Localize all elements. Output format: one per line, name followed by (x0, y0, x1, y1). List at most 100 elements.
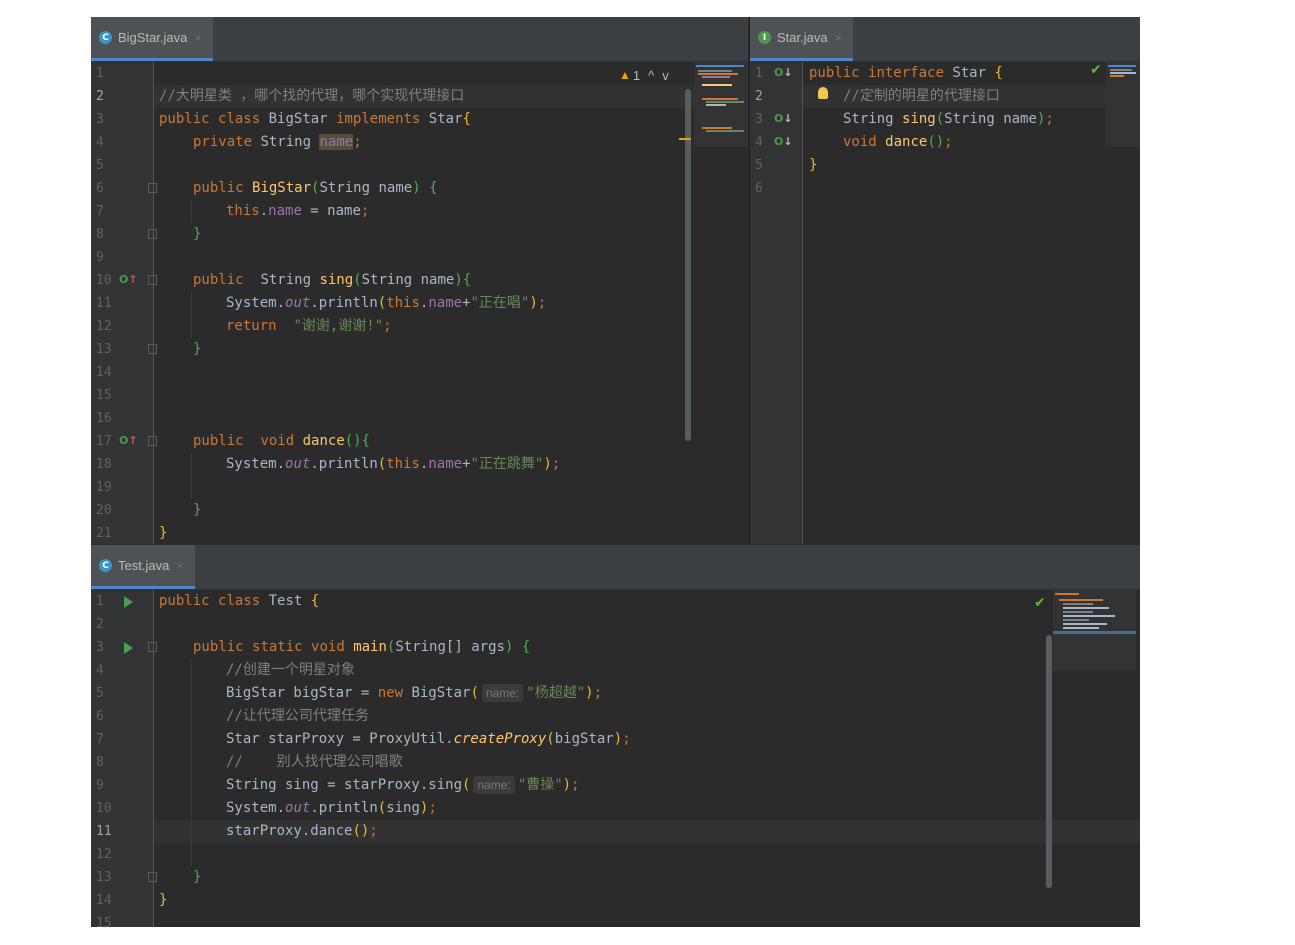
line-number: 10 (96, 273, 112, 288)
minimap[interactable] (1106, 62, 1140, 147)
line-number: 7 (96, 732, 104, 747)
method-name: main (353, 639, 387, 655)
code-line-8: // 别人找代理公司唱歌 (226, 751, 1140, 774)
type: String (361, 272, 413, 288)
method-name: sing (902, 111, 936, 127)
line-number: 7 (96, 204, 104, 219)
comment: //定制的明星的代理接口 (843, 88, 1000, 104)
fold-icon[interactable] (148, 275, 157, 285)
minimap-line (1063, 607, 1109, 609)
comment: //让代理公司代理任务 (226, 708, 369, 724)
minimap[interactable] (1053, 590, 1136, 670)
line-number: 6 (96, 709, 104, 724)
code-line-10: public String sing(String name){ (193, 269, 748, 292)
system: System. (226, 295, 286, 311)
keyword: interface (868, 65, 944, 81)
run-icon[interactable] (124, 596, 133, 608)
comment: //大明星类 ，哪个找的代理，哪个实现代理接口 (159, 88, 465, 104)
no-problems-check-icon[interactable]: ✔ (1090, 62, 1102, 78)
line-number: 6 (96, 181, 104, 196)
keyword: void (311, 639, 345, 655)
close-icon[interactable]: × (193, 31, 202, 44)
line-number: 5 (96, 158, 104, 173)
tab-label: Star.java (777, 30, 828, 45)
class-name: BigStar (268, 111, 328, 127)
tab-bigstar-java[interactable]: C BigStar.java × (91, 17, 213, 61)
line-number: 9 (96, 250, 104, 265)
code-line-1: public class Test { (159, 590, 1140, 613)
code-line-3: String sing(String name); (843, 108, 1140, 131)
line-number: 15 (96, 388, 112, 403)
line-number: 14 (96, 893, 112, 908)
next-highlight-icon[interactable]: v (662, 68, 669, 83)
string: "杨超越" (526, 685, 586, 701)
fold-icon[interactable] (148, 183, 157, 193)
line-number: 4 (755, 135, 763, 150)
close-icon[interactable]: × (175, 559, 184, 572)
constructor-call: BigStar (411, 685, 471, 701)
static-field: out (285, 295, 311, 311)
tab-bar: I Star.java × (750, 17, 1140, 62)
tab-bar: C BigStar.java × (91, 17, 748, 62)
line-number: 18 (96, 457, 112, 472)
minimap-line (1055, 593, 1079, 595)
vertical-scrollbar[interactable] (685, 89, 691, 441)
fold-icon[interactable] (148, 229, 157, 239)
previous-highlight-icon[interactable]: ^ (648, 68, 654, 83)
tab-star-java[interactable]: I Star.java × (750, 17, 853, 61)
implemented-icon[interactable]: O↓ (774, 135, 793, 148)
inspection-widget[interactable]: ▲ 1 ^ v (619, 66, 669, 84)
editor-pane-bigstar[interactable]: C BigStar.java × 1 2 3 4 5 6 7 8 9 10 11 12 13 14 15 16… (91, 17, 748, 544)
implemented-icon[interactable]: O↓ (774, 112, 793, 125)
paren: ( (353, 272, 362, 288)
param: args (471, 639, 505, 655)
fold-icon[interactable] (148, 344, 157, 354)
string: "正在唱" (470, 295, 530, 311)
paren: ) (543, 456, 552, 472)
vertical-scrollbar[interactable] (1046, 635, 1052, 888)
semicolon: ; (1045, 111, 1054, 127)
line-number: 5 (755, 158, 763, 173)
argument: sing (386, 800, 420, 816)
implemented-icon[interactable]: O↓ (774, 66, 793, 79)
minimap-line (698, 73, 738, 75)
brace: } (193, 869, 202, 885)
minimap-line (1053, 631, 1136, 634)
implements-method-icon[interactable]: O↑ (119, 434, 138, 447)
minimap-line (1110, 72, 1136, 74)
minimap-line (702, 127, 732, 129)
line-number: 21 (96, 526, 112, 541)
fold-icon[interactable] (148, 436, 157, 446)
run-icon[interactable] (124, 642, 133, 654)
paren: ) (504, 639, 514, 655)
system: System. (226, 456, 286, 472)
lightbulb-icon[interactable] (818, 87, 828, 99)
editor-pane-star[interactable]: I Star.java × 1 2 3 4 5 6 public interface St… (749, 17, 1140, 544)
keyword: return (226, 318, 277, 334)
line-number: 16 (96, 411, 112, 426)
paren: ) (585, 685, 594, 701)
code-line-7: this.name = name; (226, 200, 748, 223)
minimap[interactable] (694, 62, 748, 147)
comment: //创建一个明星对象 (226, 662, 355, 678)
fold-icon[interactable] (148, 872, 157, 882)
paren: ( (377, 800, 387, 816)
keyword: public (193, 272, 244, 288)
keyword: public (159, 593, 210, 609)
comment: // 别人找代理公司唱歌 (226, 754, 403, 770)
no-problems-check-icon[interactable]: ✔ (1034, 595, 1046, 611)
editor-pane-test[interactable]: C Test.java × 1 2 3 4 5 6 7 8 9 10 11 12 13 14 15 publ… (91, 545, 1140, 927)
warning-stripe[interactable] (679, 138, 691, 140)
string: "谢谢,谢谢!" (293, 318, 384, 334)
brace: } (193, 341, 202, 357)
minimap-line (1063, 623, 1107, 625)
implements-method-icon[interactable]: O↑ (119, 273, 138, 286)
close-icon[interactable]: × (834, 31, 843, 44)
code-line-2: //定制的明星的代理接口 (843, 85, 1140, 108)
field-name: name (428, 295, 463, 311)
code-line-4: private String name; (193, 131, 748, 154)
fold-icon[interactable] (148, 642, 157, 652)
minimap-line (1059, 599, 1103, 601)
tab-test-java[interactable]: C Test.java × (91, 545, 195, 589)
param: name (420, 272, 455, 288)
